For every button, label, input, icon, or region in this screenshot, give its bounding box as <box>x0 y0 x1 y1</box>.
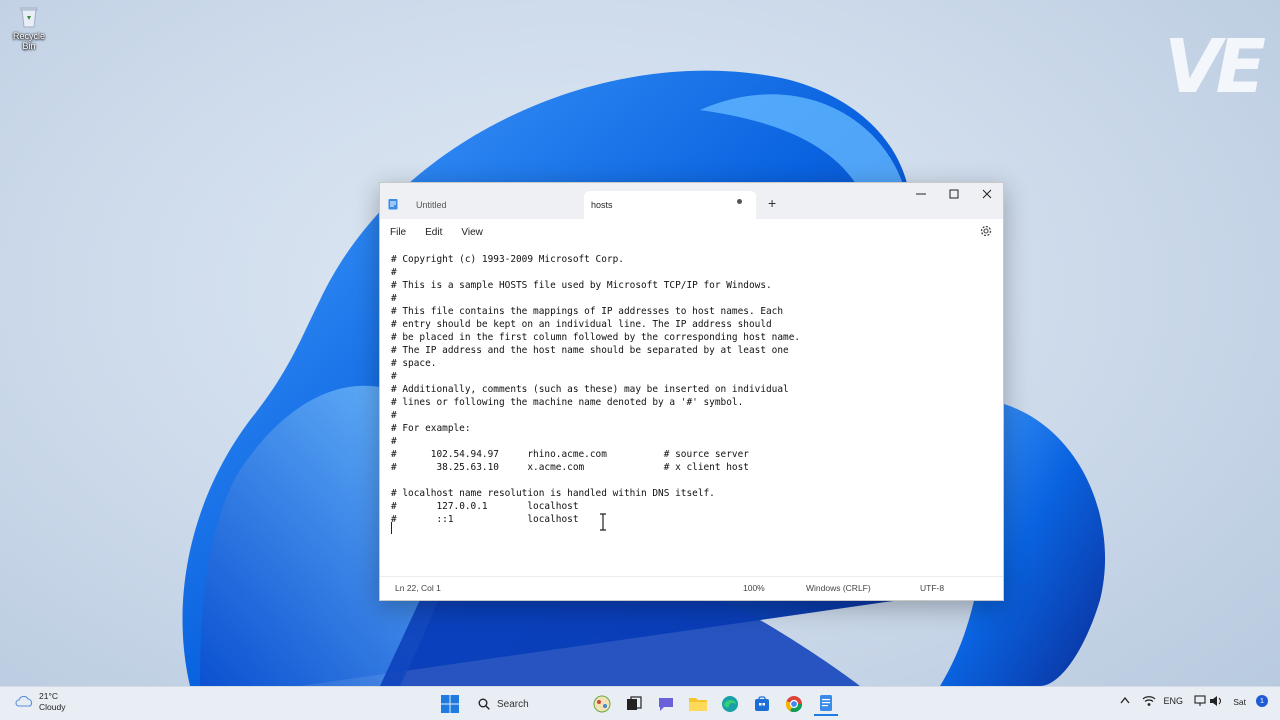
tab-bar: Untitled hosts + <box>380 183 1003 219</box>
text-editor[interactable]: # Copyright (c) 1993-2009 Microsoft Corp… <box>380 247 1003 573</box>
minimize-button[interactable] <box>904 183 938 205</box>
tab-hosts[interactable]: hosts <box>584 191 756 219</box>
windows-logo-icon <box>441 695 459 713</box>
zoom-level: 100% <box>743 583 765 593</box>
menu-view[interactable]: View <box>461 227 483 238</box>
unsaved-dot-icon[interactable] <box>737 199 742 204</box>
search-icon <box>478 698 490 710</box>
display-icon[interactable] <box>1194 695 1206 709</box>
cloud-icon <box>14 693 34 712</box>
tab-label: hosts <box>591 200 613 210</box>
settings-gear-icon[interactable] <box>979 224 993 238</box>
edge-browser-icon[interactable] <box>718 692 742 716</box>
ibeam-cursor-icon <box>599 513 607 531</box>
editor-content: # Copyright (c) 1993-2009 Microsoft Corp… <box>391 254 801 525</box>
language-indicator[interactable]: ENG <box>1163 696 1183 706</box>
line-ending: Windows (CRLF) <box>806 583 871 593</box>
file-explorer-icon[interactable] <box>686 692 710 716</box>
weather-temp: 21°C <box>39 691 58 701</box>
menu-edit[interactable]: Edit <box>425 227 442 238</box>
status-bar: Ln 22, Col 1 100% Windows (CRLF) UTF-8 <box>380 576 1003 600</box>
tab-label: Untitled <box>416 200 447 210</box>
watermark-logo: VE <box>1164 24 1266 110</box>
clock-day[interactable]: Sat <box>1233 697 1246 707</box>
start-button[interactable] <box>438 692 462 716</box>
volume-icon[interactable] <box>1209 695 1223 709</box>
menu-file[interactable]: File <box>390 227 406 238</box>
store-icon[interactable] <box>750 692 774 716</box>
notepad-taskbar-icon[interactable] <box>814 692 838 716</box>
recycle-bin-label: Recycle Bin <box>12 31 45 51</box>
search-label: Search <box>497 698 529 710</box>
recycle-bin-shortcut[interactable]: Recycle Bin <box>6 4 52 51</box>
cursor-position: Ln 22, Col 1 <box>395 583 441 593</box>
chrome-icon[interactable] <box>782 692 806 716</box>
tab-untitled[interactable]: Untitled <box>388 191 584 219</box>
minimize-icon <box>916 193 926 195</box>
taskbar: 21°C Cloudy Search ENG Sat 1 <box>0 686 1280 720</box>
taskbar-search[interactable]: Search <box>470 692 580 716</box>
notification-badge[interactable]: 1 <box>1256 695 1268 707</box>
maximize-icon <box>949 189 959 199</box>
chat-icon[interactable] <box>654 692 678 716</box>
new-tab-button[interactable]: + <box>768 195 776 211</box>
text-caret <box>391 522 392 534</box>
notepad-icon <box>388 198 398 212</box>
network-icon[interactable] <box>1142 695 1156 709</box>
weather-widget[interactable]: 21°C Cloudy <box>14 691 65 713</box>
encoding: UTF-8 <box>920 583 945 593</box>
recycle-bin-icon <box>18 4 40 28</box>
maximize-button[interactable] <box>937 183 971 205</box>
weather-desc: Cloudy <box>39 702 66 712</box>
show-hidden-icons-chevron-icon[interactable] <box>1120 696 1130 706</box>
menu-bar: File Edit View <box>380 219 1003 245</box>
widgets-icon[interactable] <box>590 692 614 716</box>
task-view-icon[interactable] <box>622 692 646 716</box>
close-icon <box>982 189 992 199</box>
notepad-window: Untitled hosts + File Edit View # Copyri… <box>379 182 1004 601</box>
close-button[interactable] <box>970 183 1004 205</box>
